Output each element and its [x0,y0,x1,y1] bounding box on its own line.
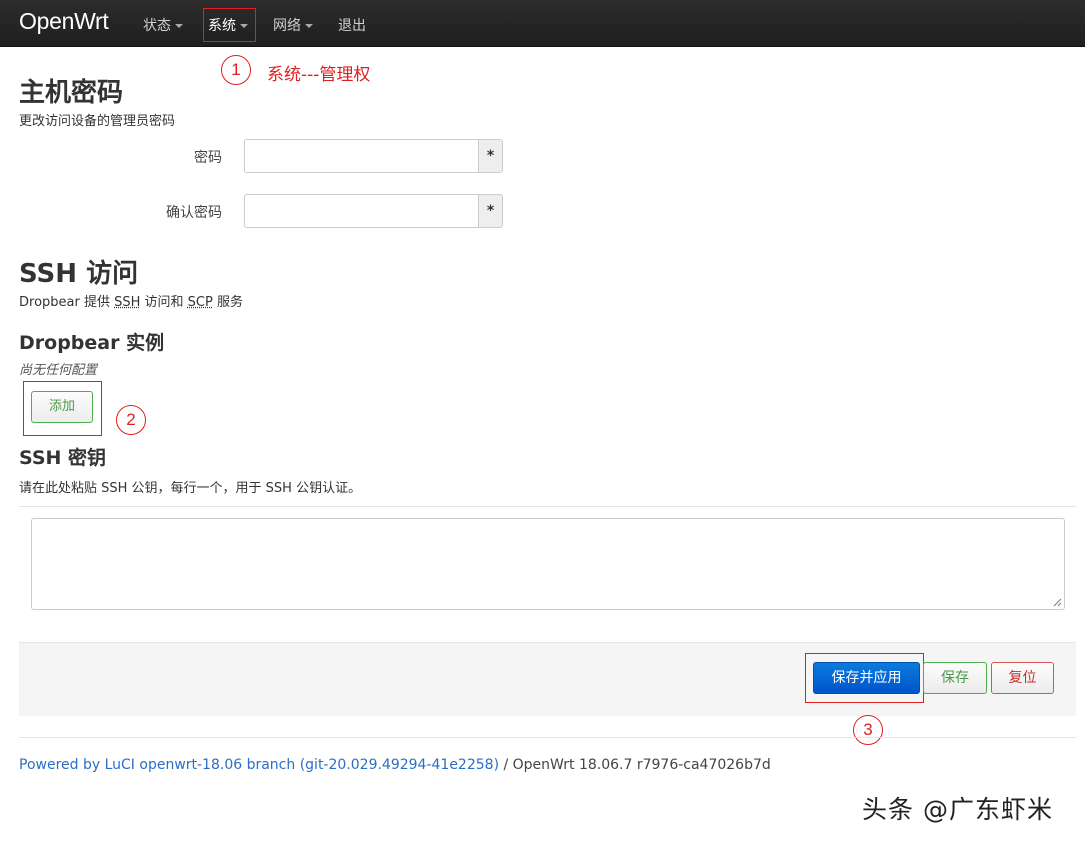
dropbear-title: Dropbear 实例 [19,328,164,355]
annotation-circle-1: 1 [221,55,251,85]
confirm-password-label: 确认密码 [0,202,222,222]
annotation-note-1: 系统---管理权 [267,60,370,85]
ssh-desc-mid: 访问和 [140,295,187,310]
add-instance-button[interactable]: 添加 [31,391,93,423]
footer-version: / OpenWrt 18.06.7 r7976-ca47026b7d [499,757,771,773]
ssh-abbr: SSH [114,295,140,310]
top-navbar: OpenWrt 状态 系统 网络 退出 [0,0,1085,47]
footer: Powered by LuCI openwrt-18.06 branch (gi… [19,757,771,773]
save-button[interactable]: 保存 [923,662,987,694]
nav-menu-status-label: 状态 [143,18,171,34]
nav-logout[interactable]: 退出 [338,15,366,35]
ssh-keys-description: 请在此处粘贴 SSH 公钥，每行一个，用于 SSH 公钥认证。 [19,477,361,496]
page-title: 主机密码 [19,72,123,109]
ssh-keys-textarea[interactable] [31,518,1065,610]
caret-down-icon [305,24,313,28]
scp-abbr: SCP [188,295,213,310]
confirm-password-input[interactable] [244,194,480,228]
nav-menu-network[interactable]: 网络 [273,15,313,35]
ssh-desc-post: 服务 [213,295,243,310]
confirm-password-reveal-toggle[interactable]: * [478,194,503,228]
save-apply-button[interactable]: 保存并应用 [813,662,920,694]
nav-menu-status[interactable]: 状态 [143,15,183,35]
watermark-text: 头条 @广东虾米 [862,790,1053,826]
footer-divider [19,737,1076,738]
annotation-circle-3: 3 [853,715,883,745]
resize-grip-icon[interactable] [1053,598,1062,607]
brand-logo[interactable]: OpenWrt [19,8,109,35]
luci-link[interactable]: Powered by LuCI openwrt-18.06 branch (gi… [19,757,499,773]
password-label: 密码 [0,147,222,167]
password-input[interactable] [244,139,480,173]
password-reveal-toggle[interactable]: * [478,139,503,173]
annotation-circle-2: 2 [116,405,146,435]
caret-down-icon [175,24,183,28]
highlight-box-system [203,8,256,42]
password-description: 更改访问设备的管理员密码 [19,110,175,129]
nav-menu-network-label: 网络 [273,18,301,34]
ssh-access-description: Dropbear 提供 SSH 访问和 SCP 服务 [19,291,243,310]
ssh-access-title: SSH 访问 [19,253,138,290]
dropbear-empty-text: 尚无任何配置 [19,359,97,378]
ssh-desc-pre: Dropbear 提供 [19,295,114,310]
divider [19,506,1076,507]
ssh-keys-title: SSH 密钥 [19,443,106,470]
reset-button[interactable]: 复位 [991,662,1054,694]
